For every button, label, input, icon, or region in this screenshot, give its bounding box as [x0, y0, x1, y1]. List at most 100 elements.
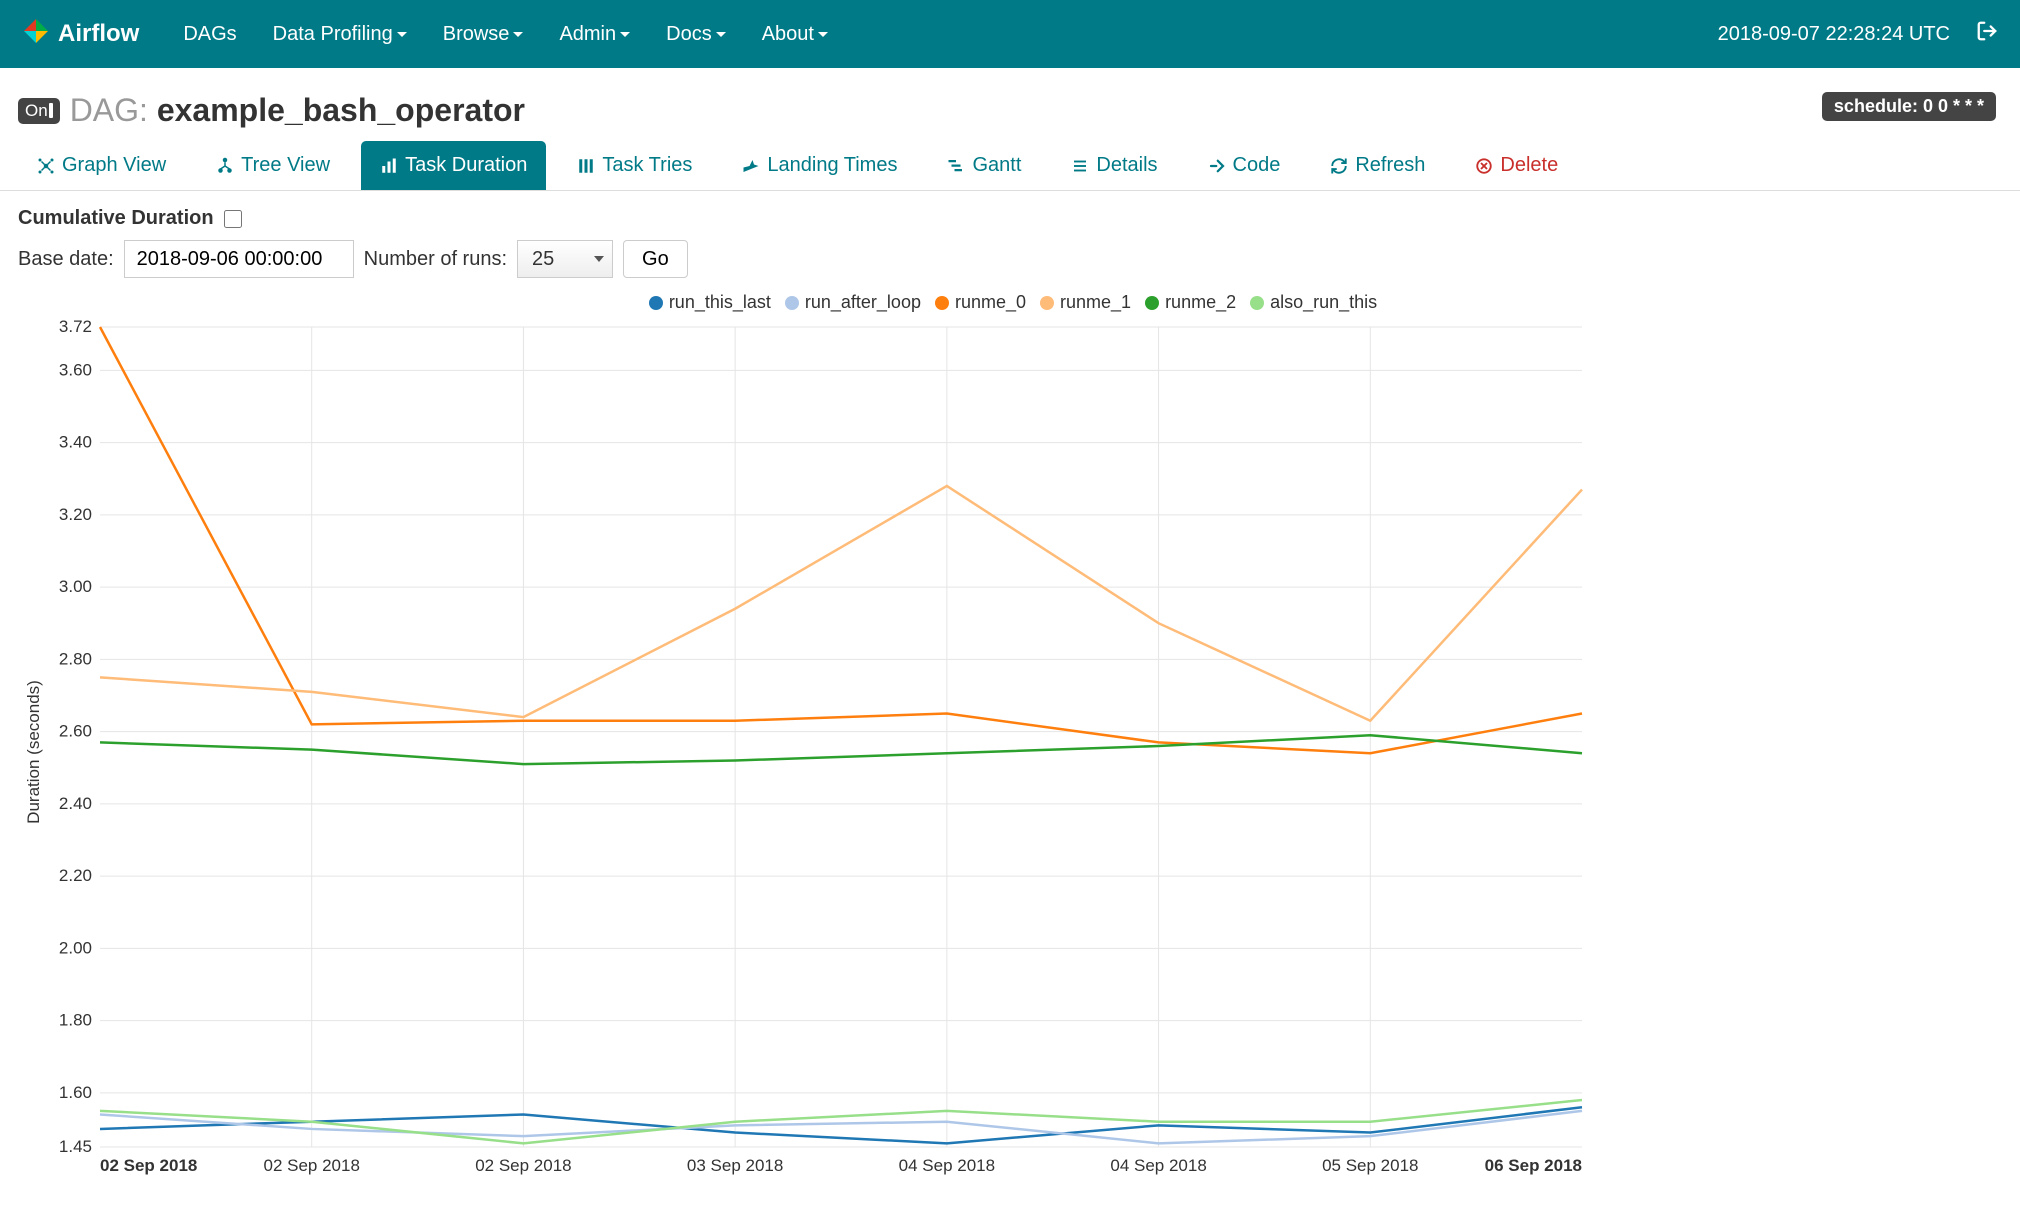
chevron-down-icon	[716, 32, 726, 37]
controls: Cumulative Duration Base date: Number of…	[0, 191, 2020, 286]
legend-label: run_after_loop	[805, 292, 921, 313]
tab-landing-times[interactable]: Landing Times	[723, 141, 916, 190]
tab-refresh[interactable]: Refresh	[1311, 141, 1444, 190]
refresh-icon	[1330, 157, 1348, 175]
num-runs-value: 25	[532, 248, 554, 271]
svg-text:04 Sep 2018: 04 Sep 2018	[899, 1156, 995, 1175]
chevron-down-icon	[397, 32, 407, 37]
dag-title: DAG: example_bash_operator	[70, 92, 525, 129]
nav-docs[interactable]: Docs	[648, 23, 744, 46]
svg-text:2.40: 2.40	[59, 794, 92, 813]
svg-text:3.20: 3.20	[59, 505, 92, 524]
nav-about[interactable]: About	[744, 23, 846, 46]
svg-text:06 Sep 2018: 06 Sep 2018	[1485, 1156, 1582, 1175]
tab-label: Graph View	[62, 154, 166, 177]
chart-box: Duration (seconds) 1.451.601.802.002.202…	[28, 317, 1998, 1187]
svg-text:02 Sep 2018: 02 Sep 2018	[264, 1156, 360, 1175]
landing-times-icon	[742, 157, 760, 175]
legend-dot-icon	[649, 296, 663, 310]
brand-text: Airflow	[58, 20, 139, 48]
details-icon	[1071, 157, 1089, 175]
tab-code[interactable]: Code	[1189, 141, 1300, 190]
nav-admin[interactable]: Admin	[541, 23, 648, 46]
task-duration-icon	[380, 157, 398, 175]
svg-text:1.45: 1.45	[59, 1137, 92, 1156]
legend-dot-icon	[1250, 296, 1264, 310]
toggle-knob-icon	[49, 103, 53, 118]
base-date-input[interactable]	[124, 240, 354, 278]
chart-area: run_this_last run_after_loop runme_0 runme_…	[0, 286, 2020, 1197]
dag-name: example_bash_operator	[157, 92, 525, 128]
legend-dot-icon	[1145, 296, 1159, 310]
svg-text:04 Sep 2018: 04 Sep 2018	[1110, 1156, 1206, 1175]
code-icon	[1208, 157, 1226, 175]
task-duration-chart[interactable]: 1.451.601.802.002.202.402.602.803.003.20…	[28, 317, 1622, 1187]
nav-browse[interactable]: Browse	[425, 23, 542, 46]
tab-tree-view[interactable]: Tree View	[197, 141, 349, 190]
cumulative-checkbox[interactable]	[224, 210, 242, 228]
legend-item-run_after_loop[interactable]: run_after_loop	[785, 292, 921, 313]
logout-icon[interactable]	[1976, 20, 1998, 48]
svg-text:3.72: 3.72	[59, 317, 92, 336]
chevron-down-icon	[818, 32, 828, 37]
top-navbar: Airflow DAGsData ProfilingBrowseAdminDoc…	[0, 0, 2020, 68]
svg-text:02 Sep 2018: 02 Sep 2018	[100, 1156, 197, 1175]
tab-label: Task Duration	[405, 154, 527, 177]
svg-text:2.20: 2.20	[59, 866, 92, 885]
tab-task-duration[interactable]: Task Duration	[361, 141, 546, 190]
navbar-right: 2018-09-07 22:28:24 UTC	[1718, 20, 1998, 48]
toggle-label: On	[25, 101, 48, 121]
num-runs-label: Number of runs:	[364, 248, 507, 271]
tab-delete[interactable]: Delete	[1456, 141, 1577, 190]
tab-label: Details	[1096, 154, 1157, 177]
legend-item-also_run_this[interactable]: also_run_this	[1250, 292, 1377, 313]
tab-label: Task Tries	[602, 154, 692, 177]
page-header: On DAG: example_bash_operator schedule: …	[0, 68, 2020, 141]
chevron-down-icon	[594, 256, 604, 262]
tab-task-tries[interactable]: Task Tries	[558, 141, 711, 190]
svg-text:1.80: 1.80	[59, 1011, 92, 1030]
svg-text:05 Sep 2018: 05 Sep 2018	[1322, 1156, 1418, 1175]
go-button[interactable]: Go	[623, 240, 688, 278]
legend-label: runme_0	[955, 292, 1026, 313]
legend-dot-icon	[935, 296, 949, 310]
num-runs-select[interactable]: 25	[517, 240, 613, 278]
view-tabs: Graph View Tree View Task Duration Task Tri…	[0, 141, 2020, 191]
tab-label: Refresh	[1355, 154, 1425, 177]
svg-text:3.60: 3.60	[59, 360, 92, 379]
svg-text:2.60: 2.60	[59, 722, 92, 741]
svg-text:2.80: 2.80	[59, 649, 92, 668]
nav-dags[interactable]: DAGs	[165, 23, 254, 46]
tab-label: Gantt	[972, 154, 1021, 177]
tab-label: Delete	[1500, 154, 1558, 177]
task-tries-icon	[577, 157, 595, 175]
chevron-down-icon	[513, 32, 523, 37]
svg-text:02 Sep 2018: 02 Sep 2018	[475, 1156, 571, 1175]
legend-item-runme_2[interactable]: runme_2	[1145, 292, 1236, 313]
schedule-badge[interactable]: schedule: 0 0 * * *	[1822, 92, 1996, 121]
graph-view-icon	[37, 157, 55, 175]
airflow-logo-icon	[22, 17, 50, 52]
svg-text:3.40: 3.40	[59, 433, 92, 452]
dag-prefix: DAG:	[70, 92, 157, 128]
nav-data-profiling[interactable]: Data Profiling	[255, 23, 425, 46]
svg-text:3.00: 3.00	[59, 577, 92, 596]
chart-legend: run_this_last run_after_loop runme_0 runme_…	[28, 292, 1998, 313]
legend-label: runme_1	[1060, 292, 1131, 313]
chevron-down-icon	[620, 32, 630, 37]
legend-item-run_this_last[interactable]: run_this_last	[649, 292, 771, 313]
tree-view-icon	[216, 157, 234, 175]
base-date-label: Base date:	[18, 248, 114, 271]
tab-label: Code	[1233, 154, 1281, 177]
legend-item-runme_1[interactable]: runme_1	[1040, 292, 1131, 313]
legend-label: run_this_last	[669, 292, 771, 313]
legend-label: also_run_this	[1270, 292, 1377, 313]
legend-label: runme_2	[1165, 292, 1236, 313]
tab-details[interactable]: Details	[1052, 141, 1176, 190]
legend-item-runme_0[interactable]: runme_0	[935, 292, 1026, 313]
tab-gantt[interactable]: Gantt	[928, 141, 1040, 190]
tab-label: Landing Times	[767, 154, 897, 177]
dag-on-toggle[interactable]: On	[18, 98, 60, 124]
tab-graph-view[interactable]: Graph View	[18, 141, 185, 190]
brand[interactable]: Airflow	[22, 17, 139, 52]
